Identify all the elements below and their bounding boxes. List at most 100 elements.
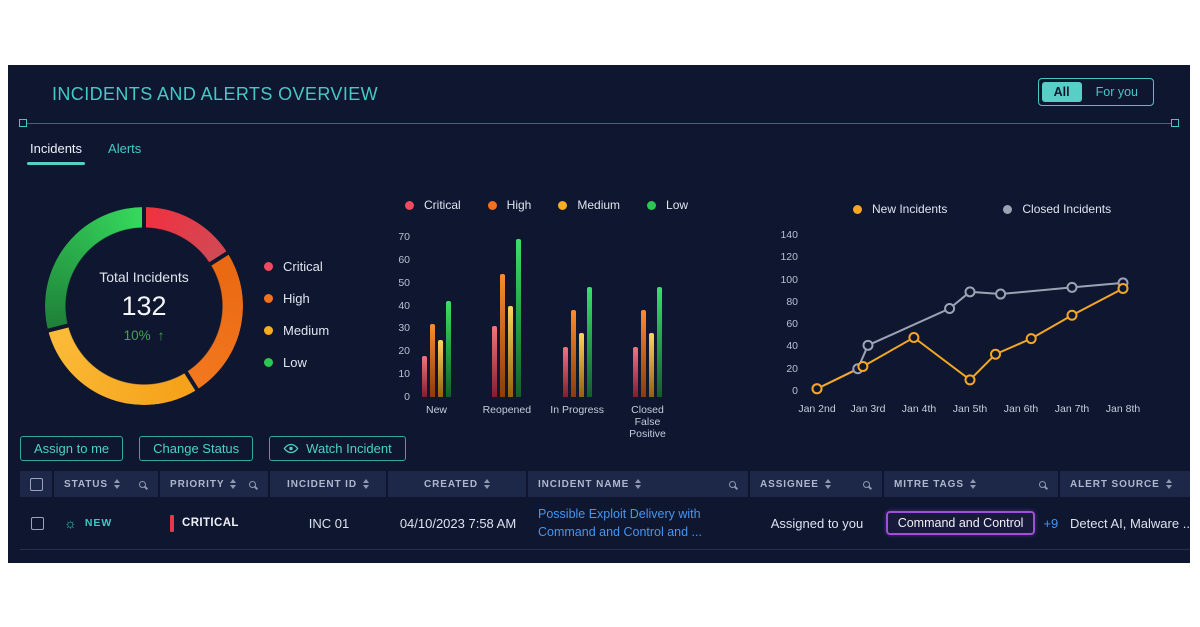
sort-down-arrow	[1166, 485, 1172, 489]
legend-label: Low	[666, 198, 688, 212]
column-header-assignee[interactable]: ASSIGNEE	[750, 471, 884, 497]
column-header-status[interactable]: STATUS	[54, 471, 160, 497]
legend-item-closed-incidents[interactable]: Closed Incidents	[1003, 202, 1111, 216]
x-tick-label: Jan 3rd	[850, 403, 885, 415]
assign-to-me-button[interactable]: Assign to me	[20, 436, 123, 461]
legend-item-medium[interactable]: Medium	[558, 198, 620, 212]
bar-critical	[563, 347, 568, 397]
donut-legend: Critical High Medium Low	[264, 259, 329, 370]
alert-source-cell: Detect AI, Malware ...	[1060, 516, 1190, 531]
page-title: INCIDENTS AND ALERTS OVERVIEW	[52, 84, 378, 105]
sort-icon[interactable]	[484, 479, 490, 489]
column-header-alert-source[interactable]: ALERT SOURCE	[1060, 471, 1190, 497]
line-chart-legend: New Incidents Closed Incidents	[853, 202, 1111, 216]
column-header-mitre-tags[interactable]: MITRE TAGS	[884, 471, 1060, 497]
legend-item-medium[interactable]: Medium	[264, 323, 329, 338]
line-chart-y-axis: 140120100806040200	[766, 230, 798, 396]
data-point	[966, 287, 975, 296]
resize-handle-left[interactable]	[19, 119, 27, 127]
legend-item-high[interactable]: High	[488, 198, 532, 212]
column-header-priority[interactable]: PRIORITY	[160, 471, 270, 497]
tab-incidents[interactable]: Incidents	[30, 141, 82, 165]
legend-dot	[264, 358, 273, 367]
y-tick-label: 60	[398, 255, 410, 265]
y-tick-label: 0	[792, 386, 798, 396]
data-point	[991, 350, 1000, 359]
legend-item-low[interactable]: Low	[264, 355, 329, 370]
legend-label: High	[507, 198, 532, 212]
legend-dot	[264, 262, 273, 271]
bar-medium	[508, 306, 513, 397]
mitre-tag-chip[interactable]: Command and Control	[886, 511, 1036, 535]
legend-item-critical[interactable]: Critical	[264, 259, 329, 274]
column-header-select-all[interactable]	[20, 471, 54, 497]
x-tick-label: Jan 7th	[1055, 403, 1089, 415]
search-icon[interactable]	[729, 481, 736, 488]
bar-group-4	[633, 237, 662, 397]
column-header-incident-name[interactable]: INCIDENT NAME	[528, 471, 750, 497]
action-bar: Assign to me Change Status Watch Inciden…	[20, 436, 406, 461]
legend-item-new-incidents[interactable]: New Incidents	[853, 202, 947, 216]
y-tick-label: 40	[786, 341, 798, 351]
bar-critical	[422, 356, 427, 397]
line-series-closed-incidents	[817, 283, 1123, 389]
bar-chart-plot	[422, 237, 662, 397]
row-checkbox[interactable]	[31, 517, 44, 530]
legend-label: New Incidents	[872, 202, 947, 216]
mitre-more-count[interactable]: +9	[1043, 516, 1058, 531]
column-label: PRIORITY	[170, 479, 224, 490]
toggle-for-you-button[interactable]: For you	[1084, 82, 1150, 102]
resize-handle-right[interactable]	[1171, 119, 1179, 127]
legend-dot	[647, 201, 656, 210]
sort-icon[interactable]	[114, 479, 120, 489]
watch-incident-button[interactable]: Watch Incident	[269, 436, 406, 461]
search-icon[interactable]	[139, 481, 146, 488]
sort-down-arrow	[970, 485, 976, 489]
bar-chart-legend: Critical High Medium Low	[405, 198, 688, 212]
toggle-all-button[interactable]: All	[1042, 82, 1082, 102]
y-tick-label: 80	[786, 297, 798, 307]
sort-icon[interactable]	[363, 479, 369, 489]
incident-name-link[interactable]: Possible Exploit Delivery with	[538, 507, 701, 521]
sort-icon[interactable]	[1166, 479, 1172, 489]
x-tick-label: Jan 6th	[1004, 403, 1038, 415]
bar-group-3	[563, 237, 592, 397]
donut-title: Total Incidents	[99, 269, 189, 285]
legend-item-high[interactable]: High	[264, 291, 329, 306]
legend-item-low[interactable]: Low	[647, 198, 688, 212]
search-icon[interactable]	[863, 481, 870, 488]
column-label: INCIDENT NAME	[538, 479, 629, 490]
search-icon[interactable]	[249, 481, 256, 488]
x-tick-label: Jan 2nd	[798, 403, 835, 415]
column-header-incident-id[interactable]: INCIDENT ID	[270, 471, 388, 497]
incident-row[interactable]: ☼ NEW CRITICAL INC 01 04/10/2023 7:58 AM…	[20, 497, 1190, 550]
legend-item-critical[interactable]: Critical	[405, 198, 461, 212]
column-label: CREATED	[424, 479, 478, 490]
status-label: NEW	[85, 517, 113, 529]
sort-icon[interactable]	[825, 479, 831, 489]
tab-alerts[interactable]: Alerts	[108, 141, 141, 165]
column-header-created[interactable]: CREATED	[388, 471, 528, 497]
legend-dot	[853, 205, 862, 214]
line-chart-svg	[805, 228, 1141, 398]
sort-icon[interactable]	[635, 479, 641, 489]
data-point	[996, 290, 1005, 299]
sort-down-arrow	[635, 485, 641, 489]
x-tick-label: Reopened	[483, 404, 531, 416]
eye-icon	[283, 443, 299, 454]
data-point	[858, 362, 867, 371]
created-cell: 04/10/2023 7:58 AM	[388, 516, 528, 531]
search-icon[interactable]	[1039, 481, 1046, 488]
sort-icon[interactable]	[970, 479, 976, 489]
sort-icon[interactable]	[230, 479, 236, 489]
y-tick-label: 140	[780, 230, 798, 240]
line-chart-x-axis: Jan 2ndJan 3rdJan 4thJan 5thJan 6thJan 7…	[805, 403, 1141, 419]
incident-name-link-continued[interactable]: Command and Control and ...	[538, 525, 702, 539]
sort-down-arrow	[363, 485, 369, 489]
data-point	[1027, 334, 1036, 343]
column-label: STATUS	[64, 479, 108, 490]
scope-toggle: All For you	[1038, 78, 1154, 106]
select-all-checkbox[interactable]	[30, 478, 43, 491]
data-point	[945, 304, 954, 313]
change-status-button[interactable]: Change Status	[139, 436, 253, 461]
